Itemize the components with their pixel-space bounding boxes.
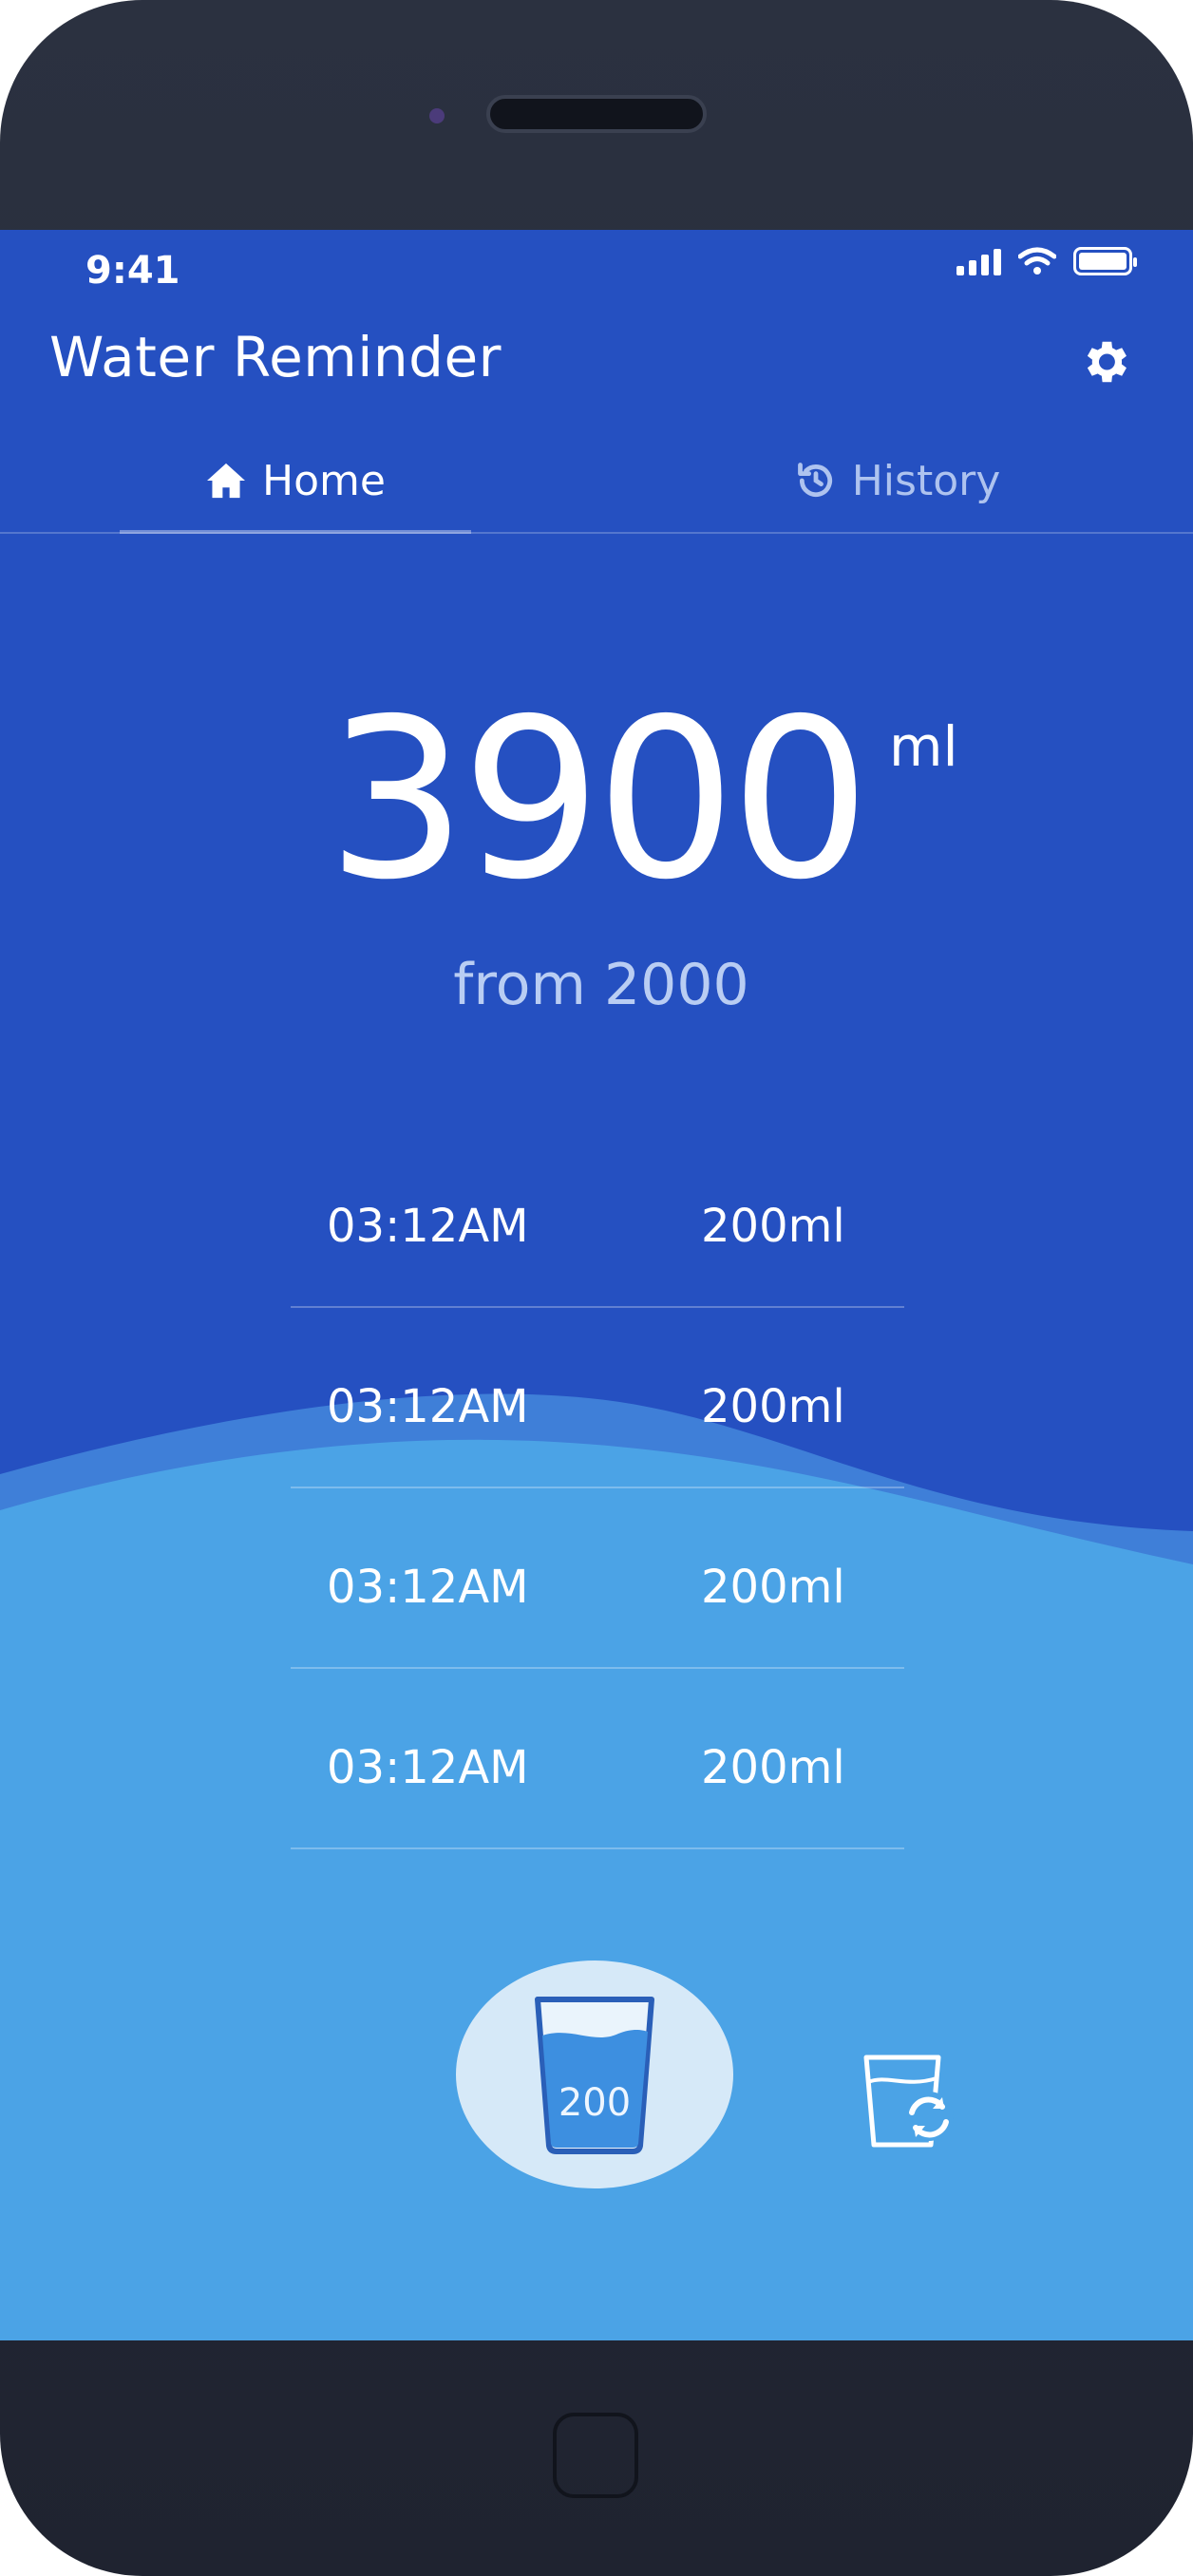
total-intake-unit: ml	[889, 714, 958, 779]
phone-frame: 9:41 Water Reminder Home History 3900 ml…	[0, 0, 1193, 2576]
home-button[interactable]	[553, 2413, 638, 2498]
app-title: Water Reminder	[49, 325, 502, 389]
cup-switch-icon	[863, 2055, 954, 2148]
log-time: 03:12AM	[327, 1741, 529, 1794]
cellular-signal-icon	[956, 247, 1001, 275]
status-time: 9:41	[85, 249, 180, 293]
wifi-icon	[1018, 247, 1056, 275]
log-row[interactable]: 03:12AM 200ml	[291, 1308, 904, 1488]
log-row[interactable]: 03:12AM 200ml	[291, 1669, 904, 1849]
tab-home[interactable]: Home	[120, 429, 471, 534]
log-row[interactable]: 03:12AM 200ml	[291, 1127, 904, 1308]
log-amount: 200ml	[701, 1741, 845, 1794]
daily-goal-text: from 2000	[453, 952, 749, 1018]
tab-history-label: History	[851, 456, 1001, 505]
log-time: 03:12AM	[327, 1380, 529, 1433]
tab-history[interactable]: History	[741, 429, 1054, 532]
history-icon	[797, 463, 832, 498]
log-amount: 200ml	[701, 1380, 845, 1433]
switch-cup-button[interactable]	[859, 2050, 963, 2154]
status-bar: 9:41	[0, 230, 1193, 306]
status-icons	[956, 247, 1137, 275]
battery-icon	[1073, 247, 1137, 275]
log-time: 03:12AM	[327, 1200, 529, 1253]
log-time: 03:12AM	[327, 1561, 529, 1614]
settings-button[interactable]	[1071, 329, 1138, 395]
intake-log: 03:12AM 200ml 03:12AM 200ml 03:12AM 200m…	[291, 1127, 904, 1849]
water-glass-icon: 200	[528, 1994, 661, 2155]
intake-summary: 3900 ml	[0, 672, 1193, 928]
drink-amount-label: 200	[558, 2081, 632, 2125]
total-intake-value: 3900	[327, 672, 870, 928]
tab-bar: Home History	[0, 429, 1193, 534]
add-drink-button[interactable]: 200	[456, 1960, 733, 2188]
front-camera	[429, 108, 445, 123]
earpiece-speaker	[486, 95, 707, 133]
log-amount: 200ml	[701, 1200, 845, 1253]
tab-home-label: Home	[262, 456, 386, 505]
home-icon	[207, 463, 246, 499]
log-amount: 200ml	[701, 1561, 845, 1614]
log-row[interactable]: 03:12AM 200ml	[291, 1488, 904, 1669]
gear-icon	[1087, 341, 1127, 383]
app-screen: 9:41 Water Reminder Home History 3900 ml…	[0, 230, 1193, 2340]
